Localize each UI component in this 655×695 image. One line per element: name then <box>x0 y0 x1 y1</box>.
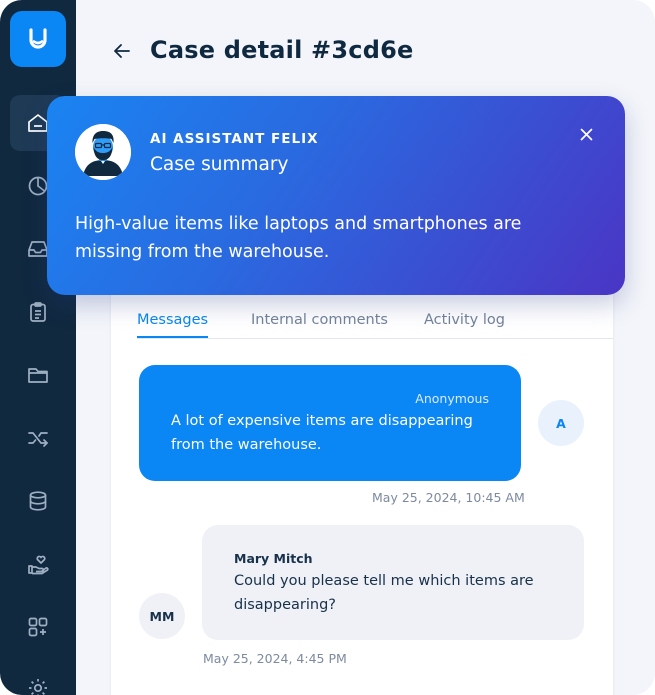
shuffle-icon <box>28 432 48 447</box>
hand-heart-icon <box>28 555 49 575</box>
tab-activity-log[interactable]: Activity log <box>424 312 505 328</box>
assistant-title: Case summary <box>150 154 289 175</box>
sidebar-item-routing[interactable] <box>10 410 66 466</box>
sidebar-item-support[interactable] <box>10 536 66 592</box>
back-button[interactable] <box>111 40 133 62</box>
clipboard-icon <box>30 302 46 322</box>
message-sender: Anonymous <box>415 391 489 406</box>
apps-add-icon <box>28 617 48 637</box>
arrow-left-icon <box>114 44 130 58</box>
close-icon <box>580 128 592 140</box>
database-icon <box>29 491 47 511</box>
assistant-name: AI ASSISTANT FELIX <box>150 131 319 147</box>
tab-internal-comments[interactable]: Internal comments <box>251 312 388 328</box>
message-text: Could you please tell me which items are… <box>234 573 534 613</box>
app-frame: Case detail #3cd6e Messages Internal com… <box>0 0 655 695</box>
assistant-avatar <box>75 124 131 180</box>
ai-assistant-panel: AI ASSISTANT FELIX Case summary High-val… <box>47 96 625 295</box>
message-bubble-reply: Mary Mitch Could you please tell me whic… <box>202 525 584 640</box>
logo[interactable] <box>10 11 66 67</box>
message-timestamp: May 25, 2024, 10:45 AM <box>372 490 525 505</box>
case-card: Messages Internal comments Activity log … <box>111 270 613 695</box>
sidebar-item-database[interactable] <box>10 473 66 529</box>
folder-icon <box>28 368 48 383</box>
message-sender: Mary Mitch <box>234 551 313 566</box>
bearded-man-avatar-icon <box>75 124 131 180</box>
assistant-summary: High-value items like laptops and smartp… <box>75 214 522 262</box>
message-timestamp: May 25, 2024, 4:45 PM <box>203 651 347 666</box>
avatar: MM <box>139 593 185 639</box>
message-text: A lot of expensive items are disappearin… <box>171 413 473 453</box>
tab-messages[interactable]: Messages <box>137 312 209 338</box>
sidebar-item-apps[interactable] <box>10 599 66 655</box>
logo-icon <box>29 28 47 49</box>
gear-icon <box>29 679 47 695</box>
tab-bar: Messages Internal comments Activity log <box>137 312 613 339</box>
sidebar-item-settings[interactable] <box>10 660 66 695</box>
message-bubble-incoming: Anonymous A lot of expensive items are d… <box>139 365 521 481</box>
sidebar-item-files[interactable] <box>10 347 66 403</box>
close-button[interactable] <box>575 123 597 145</box>
avatar: A <box>538 400 584 446</box>
page-title: Case detail #3cd6e <box>150 36 414 64</box>
